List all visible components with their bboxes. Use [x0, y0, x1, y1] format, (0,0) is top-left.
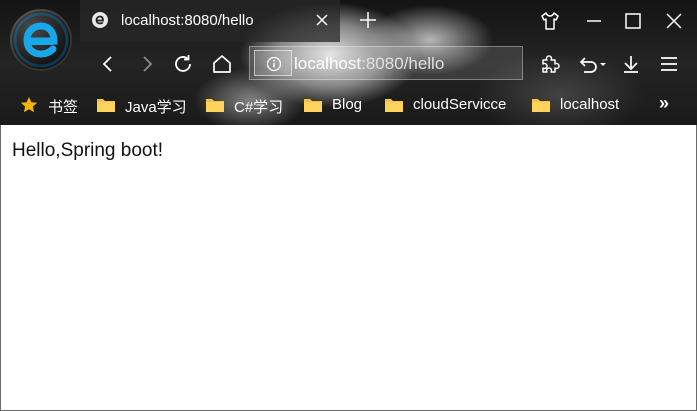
bookmark-label: Java学习: [125, 99, 187, 116]
new-tab-plus-icon[interactable]: [358, 10, 378, 30]
bookmark-label: cloudServicce: [413, 96, 507, 113]
bookmarks-overflow-chevron[interactable]: »: [655, 93, 673, 115]
url-path: :8080/hello: [361, 54, 445, 73]
menu-icon[interactable]: [657, 52, 681, 76]
bookmark-item[interactable]: 书签: [19, 95, 81, 116]
tab-title: localhost:8080/hello: [121, 12, 254, 29]
minimize-icon[interactable]: [583, 10, 605, 32]
bookmark-folder[interactable]: C#学习: [205, 95, 290, 116]
bookmark-label: Blog: [332, 96, 363, 113]
url-text[interactable]: localhost:8080/hello: [294, 54, 444, 74]
folder-icon: [96, 96, 116, 114]
browser-chrome: localhost:8080/hello localhost:8080/hell…: [0, 0, 697, 125]
bookmark-folder[interactable]: Blog: [303, 95, 369, 115]
window-close-icon[interactable]: [663, 10, 685, 32]
folder-icon: [303, 96, 323, 114]
download-icon[interactable]: [619, 52, 643, 76]
bookmark-folder[interactable]: cloudServicce: [384, 95, 517, 115]
star-icon: [19, 96, 39, 114]
reload-icon[interactable]: [171, 52, 195, 76]
forward-icon[interactable]: [135, 52, 159, 76]
bookmarks-bar: 书签 Java学习 C#学习 Blog cloudServicce localh…: [0, 85, 697, 125]
maximize-icon[interactable]: [622, 10, 644, 32]
tshirt-skin-icon[interactable]: [539, 10, 561, 32]
page-body-text: Hello,Spring boot!: [12, 140, 164, 161]
site-info-icon[interactable]: [254, 50, 292, 76]
home-icon[interactable]: [210, 52, 234, 76]
active-tab[interactable]: localhost:8080/hello: [80, 0, 340, 42]
extensions-icon[interactable]: [538, 52, 562, 76]
bookmark-folder[interactable]: localhost: [531, 95, 631, 115]
url-host: localhost: [294, 54, 362, 73]
undo-icon[interactable]: [576, 52, 610, 76]
back-icon[interactable]: [96, 52, 120, 76]
folder-icon: [384, 96, 404, 114]
folder-icon: [531, 96, 551, 114]
bookmark-label: 书签: [48, 99, 79, 116]
bookmark-label: C#学习: [234, 99, 284, 116]
page-content: Hello,Spring boot!: [0, 125, 697, 411]
folder-icon: [205, 96, 225, 114]
bookmark-label: localhost: [560, 96, 620, 113]
address-bar[interactable]: localhost:8080/hello: [249, 46, 523, 80]
title-bar: localhost:8080/hello: [0, 0, 697, 42]
bookmark-folder[interactable]: Java学习: [96, 95, 191, 116]
tab-close-icon[interactable]: [313, 11, 331, 29]
e-favicon-icon: [92, 12, 108, 28]
